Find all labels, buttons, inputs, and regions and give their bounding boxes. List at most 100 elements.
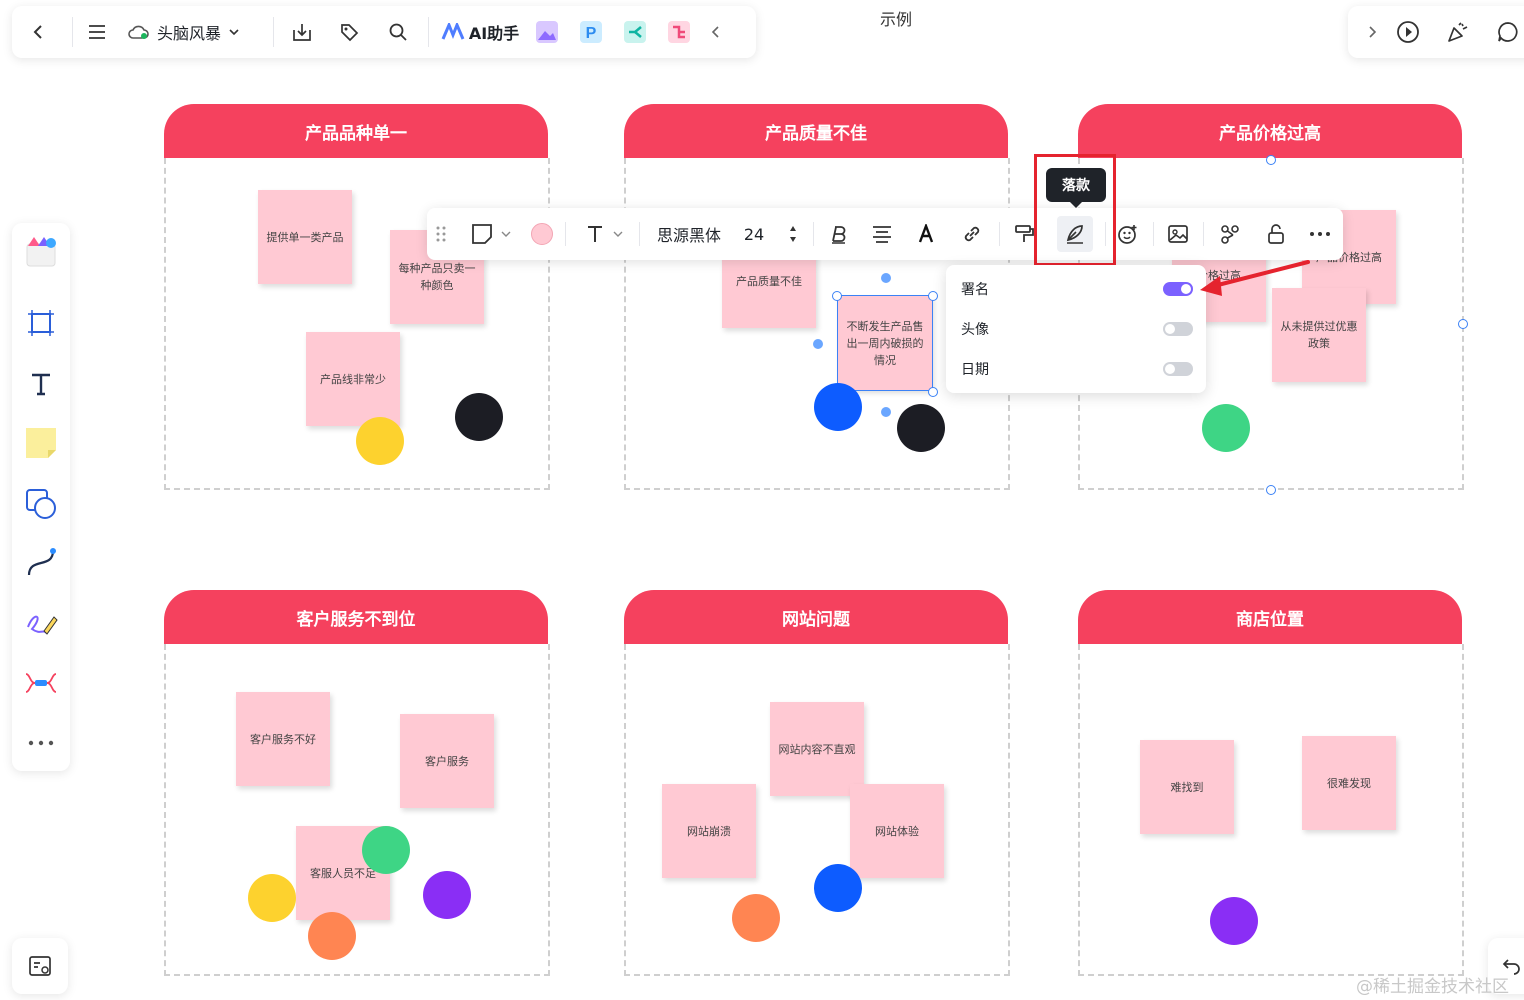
bold-button[interactable] bbox=[823, 216, 853, 252]
bold-italic-icon bbox=[832, 226, 846, 244]
connector-tool[interactable] bbox=[21, 543, 61, 583]
sticky-note[interactable]: 难找到 bbox=[1140, 740, 1234, 834]
frame-icon bbox=[28, 310, 54, 336]
ppt-button[interactable]: P bbox=[569, 12, 613, 52]
vote-dot-yellow[interactable] bbox=[356, 417, 404, 465]
frame-handle[interactable] bbox=[1458, 319, 1468, 329]
resize-handle[interactable] bbox=[928, 387, 938, 397]
templates-tool[interactable] bbox=[21, 231, 61, 271]
search-button[interactable] bbox=[374, 12, 422, 52]
frame-product-variety[interactable]: 产品品种单一 提供单一类产品 每种产品只卖一种颜色 产品线非常少 bbox=[164, 104, 550, 492]
chevron-right-icon bbox=[1369, 26, 1377, 38]
resize-handle[interactable] bbox=[832, 291, 842, 301]
align-button[interactable] bbox=[867, 216, 897, 252]
flowchart-button[interactable] bbox=[657, 12, 701, 52]
signature-row-name[interactable]: 署名 bbox=[961, 277, 1193, 301]
frame-title: 产品价格过高 bbox=[1078, 104, 1462, 158]
sticky-note-selected[interactable]: 不断发生产品售出一周内破损的情况 bbox=[837, 295, 933, 391]
connect-button[interactable] bbox=[1215, 216, 1245, 252]
text-tool[interactable] bbox=[21, 364, 61, 404]
top-right-toolbar bbox=[1348, 6, 1524, 58]
vote-dot-orange[interactable] bbox=[732, 894, 780, 942]
more-options-button[interactable] bbox=[1305, 216, 1335, 252]
connect-point[interactable] bbox=[813, 339, 823, 349]
mindmap-button[interactable] bbox=[613, 12, 657, 52]
toggle-switch-off[interactable] bbox=[1163, 362, 1193, 376]
mindmap-tool[interactable] bbox=[21, 663, 61, 703]
shape-tool[interactable] bbox=[21, 484, 61, 524]
frame-handle[interactable] bbox=[1266, 485, 1276, 495]
image-gen-button[interactable] bbox=[525, 12, 569, 52]
vote-dot-green[interactable] bbox=[1202, 404, 1250, 452]
search-icon bbox=[389, 23, 407, 41]
emoji-add-icon bbox=[1118, 225, 1137, 244]
sticky-note[interactable]: 客户服务 bbox=[400, 714, 494, 808]
vote-dot-yellow[interactable] bbox=[248, 874, 296, 922]
vote-dot-green[interactable] bbox=[362, 826, 410, 874]
comment-button[interactable] bbox=[1492, 16, 1524, 48]
pen-tool[interactable] bbox=[21, 604, 61, 644]
doc-mode-dropdown[interactable]: 头脑风暴 bbox=[115, 12, 267, 52]
connect-point[interactable] bbox=[881, 407, 891, 417]
sticky-note[interactable]: 网站崩溃 bbox=[662, 784, 756, 878]
fill-color-button[interactable] bbox=[527, 216, 557, 252]
celebrate-button[interactable] bbox=[1442, 16, 1474, 48]
vote-dot-purple[interactable] bbox=[423, 871, 471, 919]
signature-row-date[interactable]: 日期 bbox=[961, 357, 1193, 381]
vote-dot-black[interactable] bbox=[455, 393, 503, 441]
more-icon bbox=[28, 740, 54, 746]
sticky-note[interactable]: 提供单一类产品 bbox=[258, 190, 352, 284]
menu-button[interactable] bbox=[79, 12, 115, 52]
text-icon bbox=[32, 373, 50, 396]
frame-store-location[interactable]: 商店位置 难找到 很难发现 bbox=[1078, 590, 1464, 978]
signature-row-avatar[interactable]: 头像 bbox=[961, 317, 1193, 341]
more-icon bbox=[1310, 232, 1330, 236]
text-color-icon bbox=[918, 224, 934, 243]
sticky-note-tool[interactable] bbox=[21, 423, 61, 463]
shape-style-dropdown[interactable] bbox=[463, 216, 519, 252]
sticky-note[interactable]: 从未提供过优惠政策 bbox=[1272, 288, 1366, 382]
download-icon bbox=[293, 24, 311, 41]
link-button[interactable] bbox=[957, 216, 987, 252]
toggle-switch-off[interactable] bbox=[1163, 322, 1193, 336]
lock-button[interactable] bbox=[1261, 216, 1291, 252]
frame-body bbox=[1078, 644, 1464, 976]
sticky-note[interactable]: 网站内容不直观 bbox=[770, 702, 864, 796]
vote-dot-blue[interactable] bbox=[814, 383, 862, 431]
doc-mode-label: 头脑风暴 bbox=[157, 24, 222, 43]
comment-icon bbox=[1498, 22, 1518, 42]
sticky-note[interactable]: 客户服务不好 bbox=[236, 692, 330, 786]
minimap-button[interactable] bbox=[12, 938, 68, 994]
resize-handle[interactable] bbox=[928, 291, 938, 301]
text-style-dropdown[interactable] bbox=[577, 216, 631, 252]
back-button[interactable] bbox=[12, 12, 66, 52]
connect-point[interactable] bbox=[881, 273, 891, 283]
font-size-value[interactable]: 24 bbox=[739, 216, 769, 252]
more-tools-button[interactable] bbox=[21, 723, 61, 763]
vote-dot-purple[interactable] bbox=[1210, 897, 1258, 945]
sticky-note[interactable]: 产品线非常少 bbox=[306, 332, 400, 426]
sticky-note[interactable]: 很难发现 bbox=[1302, 736, 1396, 830]
vote-dot-orange[interactable] bbox=[308, 912, 356, 960]
frame-tool[interactable] bbox=[21, 303, 61, 343]
reaction-button[interactable] bbox=[1113, 216, 1143, 252]
text-color-button[interactable] bbox=[911, 216, 941, 252]
vote-dot-black[interactable] bbox=[897, 404, 945, 452]
present-button[interactable] bbox=[1392, 16, 1424, 48]
sticky-note[interactable]: 网站体验 bbox=[850, 784, 944, 878]
toggle-switch-on[interactable] bbox=[1163, 282, 1193, 296]
vote-dot-blue[interactable] bbox=[814, 864, 862, 912]
download-button[interactable] bbox=[280, 12, 324, 52]
collapse-toolbar-button[interactable] bbox=[701, 12, 731, 52]
ai-assistant-button[interactable]: AI助手 bbox=[435, 12, 525, 52]
frame-handle[interactable] bbox=[1266, 155, 1276, 165]
font-size-stepper[interactable] bbox=[785, 216, 801, 252]
font-family-select[interactable]: 思源黑体 bbox=[647, 216, 731, 252]
tag-button[interactable] bbox=[324, 12, 374, 52]
drag-handle[interactable] bbox=[431, 216, 451, 252]
frame-website[interactable]: 网站问题 网站内容不直观 网站崩溃 网站体验 bbox=[624, 590, 1010, 978]
frame-customer-service[interactable]: 客户服务不到位 客户服务不好 客户服务 客服人员不足 bbox=[164, 590, 550, 978]
signature-options-popup: 署名 头像 日期 bbox=[946, 265, 1206, 393]
expand-toolbar-button[interactable] bbox=[1356, 16, 1388, 48]
image-button[interactable] bbox=[1163, 216, 1193, 252]
